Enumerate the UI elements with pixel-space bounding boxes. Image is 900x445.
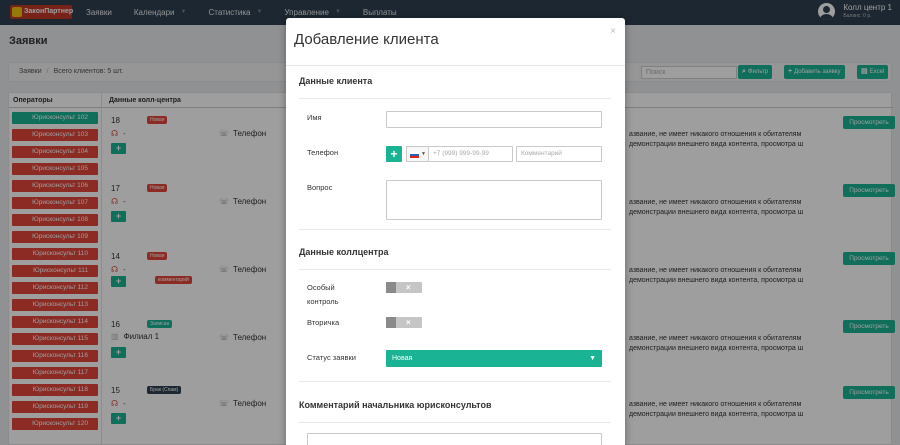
modal-title: Добавление клиента <box>294 31 439 48</box>
name-input[interactable] <box>386 111 602 128</box>
close-icon: × <box>406 318 411 327</box>
secondary-label: Вторичка <box>307 318 340 327</box>
country-select[interactable]: ▼ <box>406 146 428 162</box>
section-divider <box>299 269 611 270</box>
phone-input[interactable]: +7 (999) 999-99-99 <box>428 146 513 162</box>
section-divider <box>299 381 611 382</box>
special-control-label-line2: контроль <box>307 297 339 306</box>
special-control-toggle[interactable]: × <box>386 282 422 293</box>
section-callcenter-data: Данные коллцентра <box>299 247 389 257</box>
section-divider <box>299 229 611 230</box>
special-control-label: Особый контроль <box>307 281 339 309</box>
secondary-toggle[interactable]: × <box>386 317 422 328</box>
phone-comment-input[interactable]: Комментарий <box>516 146 602 162</box>
special-control-label-line1: Особый <box>307 283 335 292</box>
question-textarea[interactable] <box>386 180 602 220</box>
close-icon: × <box>406 283 411 292</box>
section-divider <box>299 422 611 423</box>
name-label: Имя <box>307 113 322 122</box>
chevron-down-icon: ▼ <box>421 151 426 157</box>
status-select[interactable]: Новая ▼ <box>386 350 602 367</box>
add-phone-button[interactable]: + <box>386 146 402 162</box>
chief-comment-textarea[interactable] <box>307 433 602 445</box>
close-icon[interactable]: × <box>610 26 616 37</box>
add-client-modal: Добавление клиента × Данные клиента Имя … <box>286 18 625 445</box>
status-label: Статус заявки <box>307 353 356 362</box>
toggle-knob <box>386 317 396 328</box>
status-select-value: Новая <box>392 355 413 362</box>
toggle-knob <box>386 282 396 293</box>
section-divider <box>299 98 611 99</box>
section-chief-comment: Комментарий начальника юрисконсультов <box>299 400 492 410</box>
phone-label: Телефон <box>307 148 339 157</box>
russia-flag-icon <box>410 152 419 158</box>
question-label: Вопрос <box>307 183 333 192</box>
chevron-down-icon: ▼ <box>589 355 596 362</box>
section-client-data: Данные клиента <box>299 76 373 86</box>
modal-header-divider <box>286 65 625 66</box>
